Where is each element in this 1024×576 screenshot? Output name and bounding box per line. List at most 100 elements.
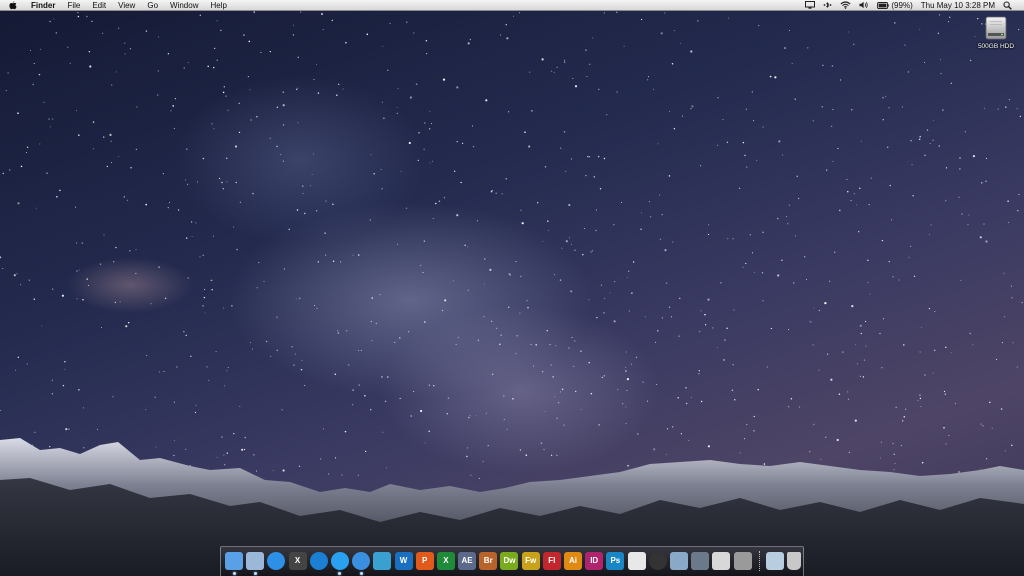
menu-file[interactable]: File (61, 0, 86, 11)
star (26, 363, 28, 365)
star (606, 114, 608, 116)
star (742, 141, 745, 144)
star (938, 14, 940, 16)
dock-trash-icon[interactable] (786, 552, 801, 570)
menu-window[interactable]: Window (164, 0, 204, 11)
menu-app-name[interactable]: Finder (25, 0, 61, 11)
star (424, 122, 426, 124)
dock-mail-icon[interactable] (246, 552, 265, 575)
dock-facetime-icon[interactable] (733, 552, 752, 570)
star (405, 207, 408, 209)
dock-textwrangler-icon[interactable] (373, 552, 392, 570)
star (938, 145, 940, 147)
display-icon[interactable] (801, 1, 819, 9)
menu-edit[interactable]: Edit (86, 0, 112, 11)
star (81, 242, 84, 244)
star (91, 20, 93, 23)
star (239, 201, 242, 203)
star (745, 262, 747, 265)
dock-powerpoint-icon[interactable]: P (415, 552, 434, 570)
bluetooth-icon[interactable] (819, 1, 836, 9)
menu-go[interactable]: Go (141, 0, 164, 11)
menu-view[interactable]: View (112, 0, 141, 11)
dock-app-store-icon[interactable] (309, 552, 328, 570)
star (9, 169, 11, 171)
clock[interactable]: Thu May 10 3:28 PM (917, 0, 999, 11)
star (373, 172, 375, 175)
dock-fireworks-icon[interactable]: Fw (521, 552, 540, 570)
star (1011, 297, 1013, 299)
star (174, 98, 176, 100)
star (787, 222, 789, 225)
hard-drive-label: 500GB HDD (977, 43, 1015, 50)
dock-utility-icon[interactable] (669, 552, 688, 570)
volume-icon[interactable] (855, 1, 873, 9)
star (331, 19, 333, 22)
dock-after-effects-label: AE (461, 556, 473, 565)
star (945, 200, 947, 202)
dock-excel-icon[interactable]: X (436, 552, 455, 570)
star (723, 359, 725, 361)
star (282, 124, 285, 126)
star (424, 321, 426, 323)
dock-finder-icon[interactable] (225, 552, 243, 575)
star (892, 276, 894, 278)
dock-downloads-folder-icon[interactable] (765, 552, 784, 570)
star (945, 167, 948, 169)
star (527, 306, 529, 309)
battery-icon[interactable]: (99%) (873, 0, 916, 11)
star (282, 91, 284, 93)
star (162, 173, 164, 175)
dock-pdf-tool-icon[interactable] (712, 552, 731, 570)
dock-photoshop-icon[interactable]: Ps (606, 552, 625, 570)
dock-aperture-icon[interactable] (648, 552, 667, 570)
star (753, 120, 755, 122)
star (672, 241, 674, 243)
star (507, 111, 510, 113)
dock-word-icon[interactable]: W (394, 552, 413, 570)
dock-dreamweaver-icon[interactable]: Dw (500, 552, 519, 570)
star (582, 253, 584, 256)
dock-mac-os-x-icon[interactable]: X (288, 552, 307, 570)
dock-safari-icon[interactable] (267, 552, 286, 570)
dock-itunes-icon[interactable] (352, 552, 371, 575)
star (673, 128, 676, 130)
star (580, 350, 582, 352)
dock-bridge-icon[interactable]: Br (479, 552, 498, 570)
star (690, 396, 692, 398)
star (0, 256, 2, 259)
star (632, 261, 635, 263)
star (302, 185, 304, 187)
desktop-hard-drive[interactable]: 500GB HDD (974, 15, 1018, 50)
star (17, 202, 20, 205)
dock-word-label: W (399, 556, 408, 565)
star (680, 42, 681, 44)
star (777, 217, 779, 220)
star (214, 47, 216, 50)
dock-after-effects-icon[interactable]: AE (458, 552, 477, 570)
star (317, 92, 320, 94)
star (1018, 29, 1020, 31)
star (316, 307, 318, 309)
star (986, 157, 988, 159)
star (213, 66, 215, 69)
dock-acrobat-icon[interactable] (627, 552, 646, 570)
star (55, 32, 57, 34)
dock-app-store-2-icon[interactable] (330, 552, 349, 575)
star (753, 271, 755, 273)
menu-help[interactable]: Help (204, 0, 232, 11)
star (281, 409, 283, 411)
star (851, 109, 853, 111)
apple-menu-icon[interactable] (0, 0, 25, 10)
star (934, 349, 936, 352)
star (551, 70, 553, 72)
dock-flash-icon[interactable]: Fl (542, 552, 561, 570)
dock-steam-icon[interactable] (691, 552, 710, 570)
dock-indesign-icon[interactable]: ID (585, 552, 604, 570)
spotlight-icon[interactable] (999, 0, 1016, 10)
star (711, 327, 714, 329)
star (500, 334, 502, 336)
wifi-icon[interactable] (836, 1, 855, 9)
dock-illustrator-icon[interactable]: Ai (564, 552, 582, 570)
star (664, 12, 666, 14)
